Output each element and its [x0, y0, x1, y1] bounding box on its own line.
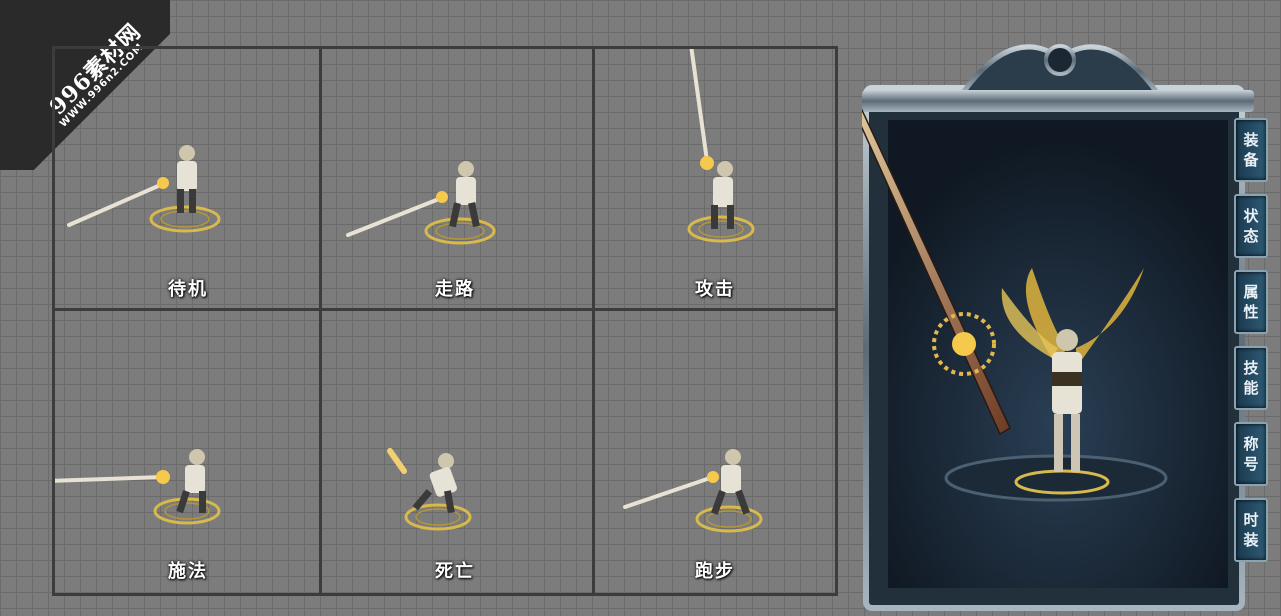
animation-label-walk: 走路 — [435, 279, 475, 300]
tab-attributes-char2: 性 — [1243, 303, 1259, 321]
attack-sprite — [687, 49, 755, 243]
death-sprite — [387, 448, 472, 531]
panel-frame — [862, 44, 1254, 611]
animation-cell-cast[interactable]: 施法 — [55, 311, 321, 593]
tab-titles-char2: 号 — [1243, 455, 1259, 473]
cast-sprite — [55, 449, 221, 525]
animation-cell-walk[interactable]: 走路 — [322, 49, 588, 311]
tab-fashion-char1: 时 — [1243, 511, 1259, 529]
tab-titles-char1: 称 — [1243, 435, 1259, 453]
tab-fashion-char2: 装 — [1243, 531, 1259, 549]
animation-cell-attack[interactable]: 攻击 — [595, 49, 835, 311]
tab-skills-char1: 技 — [1243, 359, 1259, 377]
equipment-panel: 装 备 状 态 属 性 技 能 称 号 时 装 — [862, 28, 1281, 616]
tab-status[interactable]: 状 态 — [1234, 194, 1268, 258]
tab-equipment-char1: 装 — [1243, 131, 1259, 149]
tab-skills[interactable]: 技 能 — [1234, 346, 1268, 410]
animation-label-idle: 待机 — [168, 279, 208, 300]
tab-attributes-char1: 属 — [1243, 283, 1259, 301]
animation-cell-run[interactable]: 跑步 — [595, 311, 835, 593]
idle-sprite — [67, 145, 221, 233]
tab-equipment-char2: 备 — [1243, 151, 1259, 169]
animation-label-run: 跑步 — [695, 561, 735, 582]
grid-border-right — [835, 46, 838, 596]
tab-fashion[interactable]: 时 装 — [1234, 498, 1268, 562]
animation-cell-death[interactable]: 死亡 — [322, 311, 588, 593]
animation-cell-idle[interactable]: 待机 — [55, 49, 321, 311]
grid-border-bottom — [52, 593, 838, 596]
run-sprite — [623, 449, 763, 533]
animation-label-attack: 攻击 — [695, 279, 735, 300]
tab-status-char2: 态 — [1243, 227, 1259, 245]
tab-skills-char2: 能 — [1243, 379, 1259, 397]
panel-top-bar — [862, 90, 1254, 112]
tab-status-char1: 状 — [1243, 207, 1259, 225]
tab-equipment[interactable]: 装 备 — [1234, 118, 1268, 182]
animation-label-cast: 施法 — [168, 561, 208, 582]
tab-attributes[interactable]: 属 性 — [1234, 270, 1268, 334]
panel-tabs: 装 备 状 态 属 性 技 能 称 号 时 装 — [1234, 118, 1268, 574]
walk-sprite — [346, 161, 496, 245]
animation-label-death: 死亡 — [435, 561, 475, 582]
tab-titles[interactable]: 称 号 — [1234, 422, 1268, 486]
